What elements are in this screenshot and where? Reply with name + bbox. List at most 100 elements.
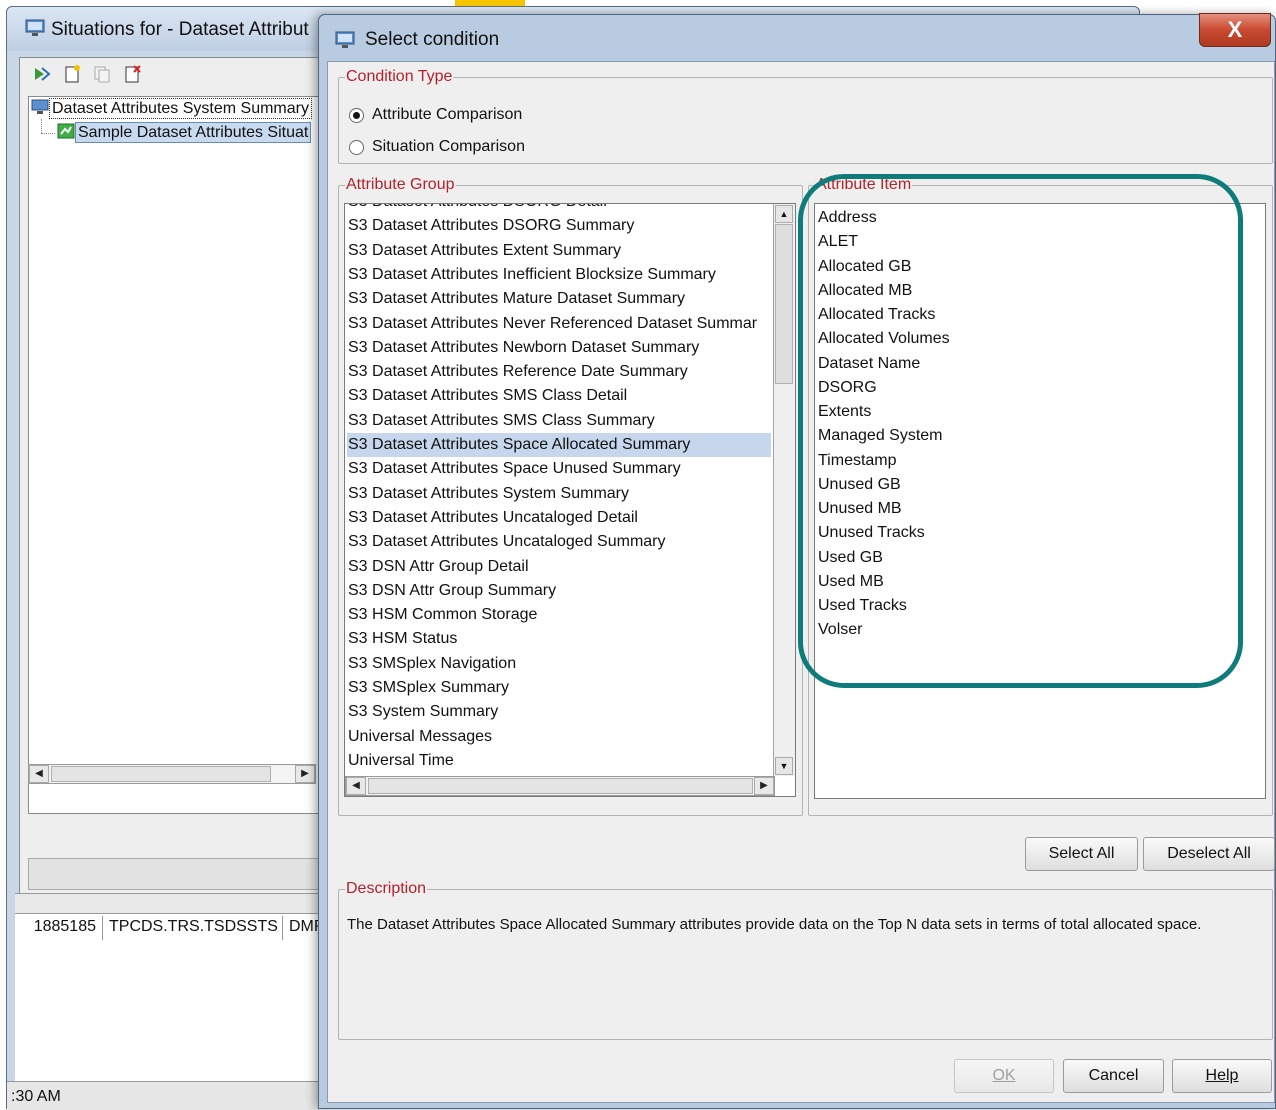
- list-item[interactable]: S3 Dataset Attributes Reference Date Sum…: [347, 360, 771, 384]
- scroll-right-icon[interactable]: ▶: [295, 765, 315, 783]
- scroll-thumb[interactable]: [368, 778, 753, 794]
- list-item[interactable]: S3 SMSplex Navigation: [347, 652, 771, 676]
- dialog-body: Condition Type Attribute Comparison Situ…: [327, 61, 1275, 1103]
- list-item[interactable]: Universal Time: [347, 749, 771, 773]
- list-item[interactable]: S3 Dataset Attributes Extent Summary: [347, 239, 771, 263]
- radio-label: Attribute Comparison: [372, 106, 523, 123]
- situations-bottom-bar: [28, 858, 324, 890]
- scroll-thumb[interactable]: [51, 766, 271, 782]
- situations-window-title: Situations for - Dataset Attribut: [51, 19, 309, 40]
- tree-node-root[interactable]: Dataset Attributes System Summary: [31, 98, 312, 119]
- radio-unselected-icon[interactable]: [349, 139, 364, 155]
- list-item[interactable]: Extents: [817, 400, 1263, 424]
- ok-label: OK: [992, 1067, 1016, 1084]
- list-item[interactable]: Used GB: [817, 546, 1263, 570]
- list-item[interactable]: S3 HSM Common Storage: [347, 603, 771, 627]
- close-button[interactable]: X: [1199, 13, 1271, 47]
- list-item[interactable]: S3 Dataset Attributes SMS Class Detail: [347, 384, 771, 408]
- arrows-icon[interactable]: [32, 64, 52, 84]
- scroll-thumb[interactable]: [775, 224, 793, 384]
- list-item[interactable]: Allocated Volumes: [817, 327, 1263, 351]
- monitor-icon: [25, 19, 45, 42]
- condition-type-legend: Condition Type: [346, 68, 453, 85]
- list-item[interactable]: Volser: [817, 618, 1263, 642]
- cancel-label: Cancel: [1088, 1067, 1139, 1084]
- attribute-item-list[interactable]: Address ALET Allocated GB Allocated MB Alloc…: [814, 203, 1266, 799]
- list-item[interactable]: S3 Dataset Attributes Uncataloged Detail: [347, 506, 771, 530]
- list-item[interactable]: S3 SMSplex Summary: [347, 676, 771, 700]
- list-item[interactable]: ALET: [817, 230, 1263, 254]
- list-item[interactable]: S3 Dataset Attributes DSORG Detail: [347, 204, 771, 214]
- status-bar: :30 AM: [7, 1081, 319, 1110]
- attribute-item-legend: Attribute Item: [816, 176, 912, 193]
- monitor-icon: [31, 99, 49, 114]
- list-item[interactable]: S3 Dataset Attributes Never Referenced D…: [347, 312, 771, 336]
- list-item[interactable]: S3 Dataset Attributes DSORG Summary: [347, 214, 771, 238]
- list-item[interactable]: Unused Tracks: [817, 521, 1263, 545]
- radio-situation-comparison[interactable]: Situation Comparison: [349, 138, 525, 156]
- radio-selected-icon[interactable]: [349, 107, 364, 123]
- description-legend: Description: [346, 880, 427, 897]
- list-item[interactable]: Allocated MB: [817, 279, 1263, 303]
- list-item[interactable]: S3 HSM Status: [347, 627, 771, 651]
- help-button[interactable]: Help: [1172, 1059, 1272, 1093]
- scroll-down-icon[interactable]: ▼: [775, 757, 793, 775]
- list-item-selected[interactable]: S3 Dataset Attributes Space Allocated Su…: [347, 433, 771, 457]
- situations-tree[interactable]: Dataset Attributes System Summary Sample…: [28, 96, 324, 814]
- table-row[interactable]: 1885185 TPCDS.TRS.TSDSSTS DMP: [15, 916, 327, 940]
- scroll-up-icon[interactable]: ▲: [775, 205, 793, 223]
- attribute-group-list[interactable]: S3 Dataset Attributes DSORG DetailS3 Dat…: [344, 203, 796, 797]
- list-item[interactable]: Used MB: [817, 570, 1263, 594]
- cancel-button[interactable]: Cancel: [1063, 1059, 1164, 1093]
- list-item[interactable]: Timestamp: [817, 449, 1263, 473]
- scroll-left-icon[interactable]: ◀: [346, 777, 366, 795]
- scroll-right-icon[interactable]: ▶: [754, 777, 774, 795]
- attribute-group-legend: Attribute Group: [346, 176, 455, 193]
- situations-toolbar: [32, 64, 142, 84]
- list-item[interactable]: Allocated Tracks: [817, 303, 1263, 327]
- tree-horizontal-scrollbar[interactable]: ◀ ▶: [28, 764, 316, 784]
- list-item[interactable]: S3 Dataset Attributes SMS Class Summary: [347, 409, 771, 433]
- table-header: [15, 894, 327, 914]
- tree-connector: [41, 119, 42, 133]
- select-condition-dialog: Select condition X Condition Type Attrib…: [318, 13, 1276, 1109]
- list-item[interactable]: Used Tracks: [817, 594, 1263, 618]
- select-all-button[interactable]: Select All: [1025, 837, 1138, 871]
- tree-node-situation[interactable]: Sample Dataset Attributes Situat: [57, 122, 312, 143]
- scroll-left-icon[interactable]: ◀: [29, 765, 49, 783]
- list-item[interactable]: S3 Dataset Attributes Uncataloged Summar…: [347, 530, 771, 554]
- list-item[interactable]: S3 Dataset Attributes Space Unused Summa…: [347, 457, 771, 481]
- list-item[interactable]: S3 Dataset Attributes Inefficient Blocks…: [347, 263, 771, 287]
- results-table: 1885185 TPCDS.TRS.TSDSSTS DMP: [15, 893, 327, 1093]
- list-item[interactable]: Allocated GB: [817, 255, 1263, 279]
- help-label: Help: [1205, 1067, 1239, 1084]
- situations-panel: Dataset Attributes System Summary Sample…: [19, 57, 324, 895]
- list-item[interactable]: Unused GB: [817, 473, 1263, 497]
- tree-node-situation-label: Sample Dataset Attributes Situat: [75, 122, 312, 143]
- deselect-all-button[interactable]: Deselect All: [1143, 837, 1275, 871]
- list-item[interactable]: Dataset Name: [817, 352, 1263, 376]
- list-item[interactable]: S3 Dataset Attributes Mature Dataset Sum…: [347, 287, 771, 311]
- description-text: The Dataset Attributes Space Allocated S…: [347, 916, 1202, 933]
- radio-attribute-comparison[interactable]: Attribute Comparison: [349, 106, 522, 124]
- list-item[interactable]: Managed System: [817, 424, 1263, 448]
- delete-situation-icon[interactable]: [122, 64, 142, 84]
- list-item[interactable]: DSORG: [817, 376, 1263, 400]
- dialog-title: Select condition: [365, 29, 500, 50]
- list-item[interactable]: Unused MB: [817, 497, 1263, 521]
- list-item[interactable]: S3 System Summary: [347, 700, 771, 724]
- list-item[interactable]: S3 DSN Attr Group Summary: [347, 579, 771, 603]
- new-situation-icon[interactable]: [62, 64, 82, 84]
- ok-button[interactable]: OK: [954, 1059, 1054, 1093]
- condition-type-group: Condition Type Attribute Comparison Situ…: [338, 68, 1273, 164]
- list-item[interactable]: S3 Dataset Attributes Newborn Dataset Su…: [347, 336, 771, 360]
- list-item[interactable]: S3 DSN Attr Group Detail: [347, 555, 771, 579]
- attribute-group-horizontal-scrollbar[interactable]: ◀ ▶: [345, 776, 775, 796]
- table-cell: 1885185: [15, 916, 103, 940]
- copy-icon[interactable]: [92, 64, 112, 84]
- attribute-group-vertical-scrollbar[interactable]: ▲ ▼: [773, 204, 795, 776]
- list-item[interactable]: S3 Dataset Attributes System Summary: [347, 482, 771, 506]
- tree-node-root-label: Dataset Attributes System Summary: [49, 98, 312, 119]
- list-item[interactable]: Universal Messages: [347, 725, 771, 749]
- list-item[interactable]: Address: [817, 206, 1263, 230]
